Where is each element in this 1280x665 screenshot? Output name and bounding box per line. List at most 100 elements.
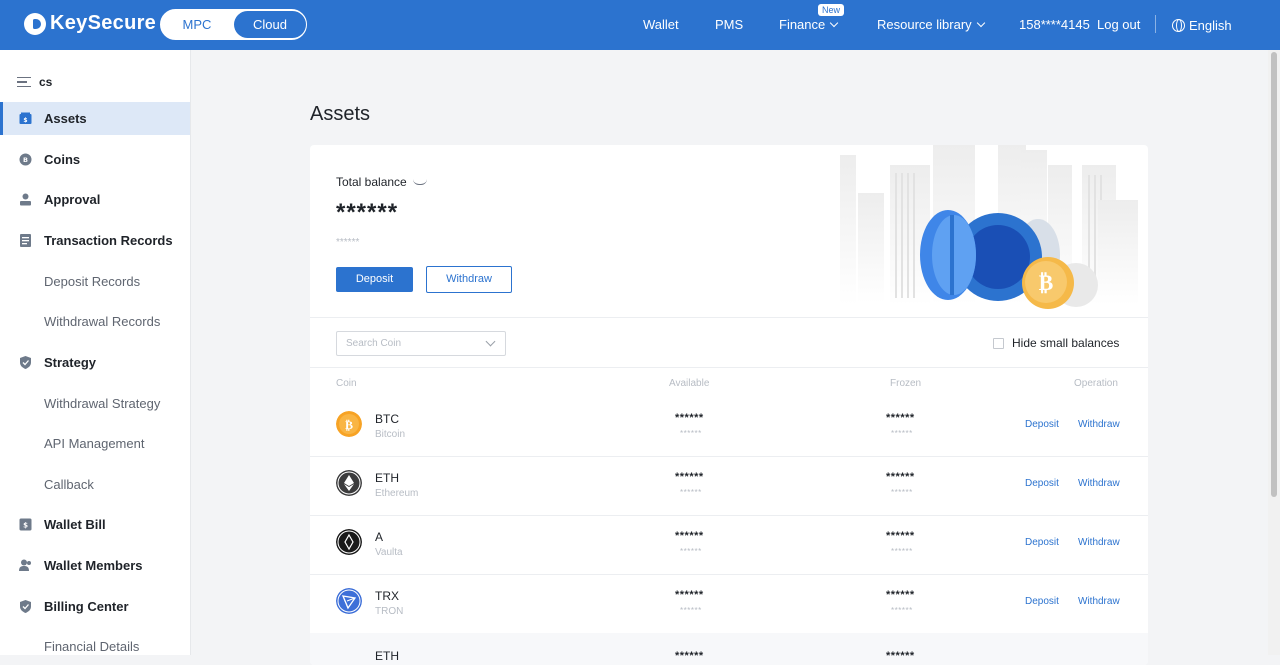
nav-pms[interactable]: PMS xyxy=(715,17,743,32)
sidebar-item-deposit-records[interactable]: Deposit Records xyxy=(0,265,190,298)
menu-icon xyxy=(17,77,31,87)
search-coin-select[interactable]: Search Coin xyxy=(336,331,506,356)
available-value: ****** xyxy=(675,650,704,662)
col-header-coin: Coin xyxy=(336,378,357,389)
available-value: ****** xyxy=(675,412,704,424)
total-balance-fiat: ****** xyxy=(336,237,360,248)
sidebar-item-label: Callback xyxy=(44,477,94,492)
svg-text:B: B xyxy=(23,156,28,164)
scrollbar-thumb[interactable] xyxy=(1271,52,1277,497)
frozen-value: ****** xyxy=(886,650,915,662)
coin-symbol: TRX xyxy=(375,589,399,603)
total-balance-label: Total balance xyxy=(336,175,427,189)
coin-name: Bitcoin xyxy=(375,429,406,440)
sidebar-item-label: Withdrawal Records xyxy=(44,314,161,329)
sidebar-item-strategy[interactable]: Strategy xyxy=(0,346,190,379)
frozen-fiat: ****** xyxy=(891,547,913,556)
sidebar-item-label: Financial Details xyxy=(44,639,140,654)
nav-resource-label: Resource library xyxy=(877,17,972,32)
row-deposit-link[interactable]: Deposit xyxy=(1025,419,1059,430)
withdraw-button[interactable]: Withdraw xyxy=(426,266,512,293)
available-fiat: ****** xyxy=(680,488,702,497)
nav-finance[interactable]: Finance xyxy=(779,17,839,32)
table-row: A Vaulta ****** ****** ****** ****** Dep… xyxy=(310,515,1148,574)
page-scrollbar[interactable] xyxy=(1268,50,1280,655)
sidebar-item-label: API Management xyxy=(44,436,145,451)
assets-card: Total balance ****** ****** Deposit With… xyxy=(310,145,1148,665)
sidebar-item-financial-details[interactable]: Financial Details xyxy=(0,630,190,655)
coin-name: Ethereum xyxy=(375,488,419,499)
sidebar-item-approval[interactable]: Approval xyxy=(0,183,190,216)
card-divider xyxy=(310,317,1148,318)
hide-small-balances-toggle[interactable]: Hide small balances xyxy=(993,336,1119,350)
coin-symbol: A xyxy=(375,530,384,544)
row-deposit-link[interactable]: Deposit xyxy=(1025,596,1059,607)
mode-cloud[interactable]: Cloud xyxy=(234,11,306,38)
deposit-button[interactable]: Deposit xyxy=(336,267,413,292)
search-placeholder: Search Coin xyxy=(346,338,402,349)
table-row: ETH Ethereum ****** ****** ****** ******… xyxy=(310,456,1148,515)
chevron-down-icon xyxy=(830,18,839,28)
coin-symbol: BTC xyxy=(375,412,399,426)
row-withdraw-link[interactable]: Withdraw xyxy=(1078,478,1120,489)
globe-icon xyxy=(1172,19,1185,32)
row-withdraw-link[interactable]: Withdraw xyxy=(1078,537,1120,548)
sidebar-item-label: Wallet Bill xyxy=(44,517,106,532)
nav-divider xyxy=(1155,15,1156,33)
svg-text:₿: ₿ xyxy=(345,418,353,432)
sidebar-item-wallet-members[interactable]: Wallet Members xyxy=(0,549,190,582)
available-value: ****** xyxy=(675,471,704,483)
row-withdraw-link[interactable]: Withdraw xyxy=(1078,596,1120,607)
sidebar: cs $ Assets B Coins Approval Transaction… xyxy=(0,50,191,655)
eth-icon xyxy=(336,470,362,496)
vaulta-icon xyxy=(336,529,362,555)
row-deposit-link[interactable]: Deposit xyxy=(1025,537,1059,548)
sidebar-item-assets[interactable]: $ Assets xyxy=(0,102,190,135)
nav-resource-library[interactable]: Resource library xyxy=(877,17,985,32)
available-value: ****** xyxy=(675,589,704,601)
page-title: Assets xyxy=(310,103,371,125)
sidebar-item-withdrawal-records[interactable]: Withdrawal Records xyxy=(0,305,190,338)
sidebar-item-label: Strategy xyxy=(44,355,97,370)
billing-icon xyxy=(20,600,31,613)
assets-icon: $ xyxy=(19,112,32,124)
coins-icon: B xyxy=(19,153,32,166)
table-row: ₿ BTC Bitcoin ****** ****** ****** *****… xyxy=(310,397,1148,456)
brand-logo[interactable]: KeySecure xyxy=(24,12,156,35)
language-selector[interactable]: English xyxy=(1172,17,1232,33)
sidebar-item-transaction-records[interactable]: Transaction Records xyxy=(0,224,190,257)
logout-link[interactable]: Log out xyxy=(1097,17,1140,32)
frozen-value: ****** xyxy=(886,412,915,424)
sidebar-item-billing-center[interactable]: Billing Center xyxy=(0,590,190,623)
frozen-fiat: ****** xyxy=(891,429,913,438)
mode-switch[interactable]: MPC Cloud xyxy=(160,9,307,40)
hide-small-checkbox[interactable] xyxy=(993,337,1004,349)
col-header-operation: Operation xyxy=(1074,378,1118,389)
sidebar-item-callback[interactable]: Callback xyxy=(0,468,190,501)
sidebar-header[interactable]: cs xyxy=(17,75,52,89)
hide-small-label: Hide small balances xyxy=(1012,336,1120,350)
sidebar-item-label: Assets xyxy=(44,111,87,126)
sidebar-item-withdrawal-strategy[interactable]: Withdrawal Strategy xyxy=(0,387,190,420)
table-row: ETH ****** ****** xyxy=(310,633,1148,665)
row-deposit-link[interactable]: Deposit xyxy=(1025,478,1059,489)
available-fiat: ****** xyxy=(680,547,702,556)
sidebar-item-coins[interactable]: B Coins xyxy=(0,143,190,176)
account-id: 158****4145 xyxy=(1019,17,1090,32)
nav-finance-label: Finance xyxy=(779,17,826,32)
main-content: Assets Total balance ****** ****** Depos… xyxy=(191,50,1268,665)
nav-wallet[interactable]: Wallet xyxy=(643,17,679,32)
eye-closed-icon[interactable] xyxy=(412,179,427,185)
frozen-fiat: ****** xyxy=(891,606,913,615)
coin-name: TRON xyxy=(375,606,404,617)
sidebar-item-wallet-bill[interactable]: $ Wallet Bill xyxy=(0,508,190,541)
mode-mpc[interactable]: MPC xyxy=(161,17,233,32)
strategy-icon xyxy=(20,356,31,369)
row-withdraw-link[interactable]: Withdraw xyxy=(1078,419,1120,430)
coins-illustration: ₿ xyxy=(840,145,1138,309)
sidebar-item-api-management[interactable]: API Management xyxy=(0,427,190,460)
sidebar-item-label: Transaction Records xyxy=(44,233,173,248)
btc-icon: ₿ xyxy=(336,411,362,437)
total-balance-value: ****** xyxy=(336,199,399,226)
chevron-down-icon xyxy=(485,336,496,347)
